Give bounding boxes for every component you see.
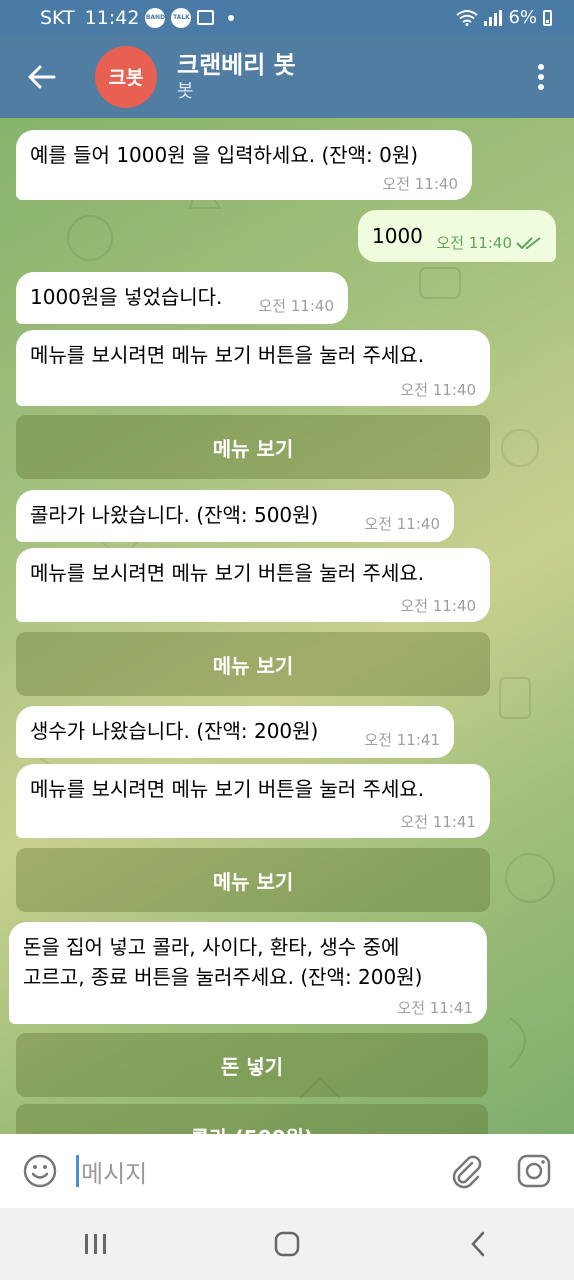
kebab-dot <box>538 73 544 80</box>
chat-title-block[interactable]: 크랜베리 봇 봇 <box>177 50 296 104</box>
message-meta: 오전 11:40 <box>436 232 542 253</box>
more-options-button[interactable] <box>536 63 546 90</box>
kebab-dot <box>538 83 544 90</box>
signal-icon <box>484 9 503 26</box>
message-bubble[interactable]: 메뉴를 보시려면 메뉴 보기 버튼을 눌러 주세요. 오전 11:41 <box>16 764 490 838</box>
more-notifications-icon <box>228 14 235 21</box>
home-icon <box>274 1231 300 1257</box>
message-time: 오전 11:40 <box>400 597 476 615</box>
menu-view-button[interactable]: 메뉴 보기 <box>16 848 490 912</box>
message-text: 메뉴를 보시려면 메뉴 보기 버튼을 눌러 주세요. <box>30 777 425 801</box>
battery-percent: 6% <box>508 7 537 28</box>
chevron-left-icon <box>471 1231 485 1257</box>
message-time: 오전 11:40 <box>364 515 440 533</box>
status-bar: SKT 11:42 BAND TALK 6% <box>0 0 574 35</box>
message-time: 오전 11:41 <box>397 999 473 1017</box>
insert-money-button[interactable]: 돈 넣기 <box>16 1033 488 1097</box>
message-bubble[interactable]: 콜라가 나왔습니다. (잔액: 500원) 오전 11:40 <box>16 490 454 542</box>
message-time: 오전 11:41 <box>400 813 476 831</box>
message-text: 메뉴를 보시려면 메뉴 보기 버튼을 눌러 주세요. <box>30 561 425 585</box>
message-time: 오전 11:40 <box>436 234 512 252</box>
message-composer: 메시지 <box>0 1134 574 1208</box>
paperclip-icon[interactable] <box>448 1153 484 1189</box>
message-time: 오전 11:41 <box>364 731 440 749</box>
carrier-label: SKT <box>40 6 75 29</box>
status-time: 11:42 <box>84 6 140 29</box>
kebab-dot <box>538 63 544 70</box>
system-back-button[interactable] <box>448 1219 508 1269</box>
message-bubble-outgoing[interactable]: 1000 오전 11:40 <box>358 210 556 262</box>
message-bubble[interactable]: 메뉴를 보시려면 메뉴 보기 버튼을 눌러 주세요. 오전 11:40 <box>16 330 490 406</box>
message-text: 예를 들어 1000원 을 입력하세요. (잔액: 0원) <box>30 143 419 167</box>
chat-history[interactable]: 예를 들어 1000원 을 입력하세요. (잔액: 0원) 오전 11:40 1… <box>0 118 574 1134</box>
arrow-left-icon <box>28 65 56 88</box>
battery-icon <box>543 9 552 26</box>
chat-header: 크봇 크랜베리 봇 봇 <box>0 35 574 118</box>
message-input-placeholder: 메시지 <box>81 1159 148 1188</box>
message-bubble[interactable]: 생수가 나왔습니다. (잔액: 200원) 오전 11:41 <box>16 706 454 758</box>
message-time: 오전 11:40 <box>400 381 476 399</box>
emoji-icon[interactable] <box>22 1153 58 1189</box>
recent-apps-icon <box>84 1234 106 1254</box>
message-text: 돈을 집어 넣고 콜라, 사이다, 환타, 생수 중에 고르고, 종료 버튼을 … <box>23 935 423 989</box>
gallery-icon <box>197 10 215 25</box>
message-time: 오전 11:40 <box>382 175 458 193</box>
back-button[interactable] <box>22 57 62 97</box>
cola-button[interactable]: 콜라 (500원) <box>16 1104 488 1134</box>
message-bubble[interactable]: 돈을 집어 넣고 콜라, 사이다, 환타, 생수 중에 고르고, 종료 버튼을 … <box>9 922 487 1024</box>
band-app-icon: BAND <box>145 7 166 28</box>
menu-view-button[interactable]: 메뉴 보기 <box>16 415 490 479</box>
message-bubble[interactable]: 1000원을 넣었습니다. 오전 11:40 <box>16 272 348 324</box>
text-caret <box>76 1155 79 1187</box>
message-bubble[interactable]: 예를 들어 1000원 을 입력하세요. (잔액: 0원) 오전 11:40 <box>16 130 472 200</box>
system-nav-bar <box>0 1208 574 1280</box>
message-text: 메뉴를 보시려면 메뉴 보기 버튼을 눌러 주세요. <box>30 343 425 367</box>
double-check-icon <box>516 236 541 249</box>
message-time: 오전 11:40 <box>258 297 334 315</box>
recent-apps-button[interactable] <box>66 1219 126 1269</box>
wifi-icon <box>456 9 479 26</box>
kakaotalk-icon: TALK <box>171 7 192 28</box>
chat-subtitle: 봇 <box>177 80 194 102</box>
chat-title: 크랜베리 봇 <box>177 50 296 79</box>
home-button[interactable] <box>257 1219 317 1269</box>
avatar[interactable]: 크봇 <box>95 45 157 108</box>
menu-view-button[interactable]: 메뉴 보기 <box>16 632 490 696</box>
message-bubble[interactable]: 메뉴를 보시려면 메뉴 보기 버튼을 눌러 주세요. 오전 11:40 <box>16 548 490 622</box>
instagram-camera-icon[interactable] <box>516 1153 552 1189</box>
message-input[interactable]: 메시지 <box>76 1154 448 1189</box>
